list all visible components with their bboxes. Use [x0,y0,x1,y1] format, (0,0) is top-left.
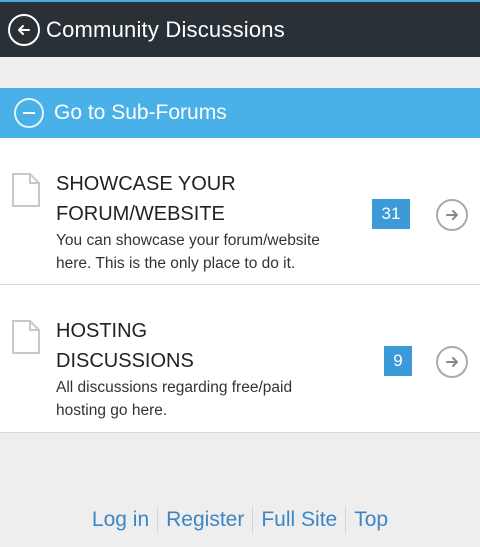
full-site-link[interactable]: Full Site [253,508,345,532]
collapse-minus-icon [14,98,44,128]
forum-title[interactable]: SHOWCASE YOUR FORUM/WEBSITE [56,169,356,229]
forum-description: All discussions regarding free/paid host… [56,379,293,419]
go-to-subforums-toggle[interactable]: Go to Sub-Forums [0,88,480,138]
page-title: Community Discussions [46,16,285,42]
document-icon [11,319,41,360]
top-link[interactable]: Top [346,508,396,532]
topic-count-badge: 9 [384,346,412,376]
register-link[interactable]: Register [158,508,252,532]
go-arrow-icon[interactable] [436,199,468,231]
login-link[interactable]: Log in [84,508,157,532]
forum-title[interactable]: HOSTING DISCUSSIONS [56,316,356,376]
go-arrow-icon[interactable] [436,346,468,378]
subforums-label: Go to Sub-Forums [54,101,227,124]
footer-links: Log in Register Full Site Top [0,500,480,540]
document-icon [11,172,41,213]
back-arrow-icon[interactable] [8,13,40,46]
forum-list: SHOWCASE YOUR FORUM/WEBSITE You can show… [0,138,480,433]
topic-count-badge: 31 [372,199,410,229]
forum-item-hosting[interactable]: HOSTING DISCUSSIONS All discussions rega… [0,285,480,433]
forum-description: You can showcase your forum/website here… [56,232,320,272]
forum-item-showcase[interactable]: SHOWCASE YOUR FORUM/WEBSITE You can show… [0,138,480,285]
app-header: Community Discussions [0,0,480,57]
